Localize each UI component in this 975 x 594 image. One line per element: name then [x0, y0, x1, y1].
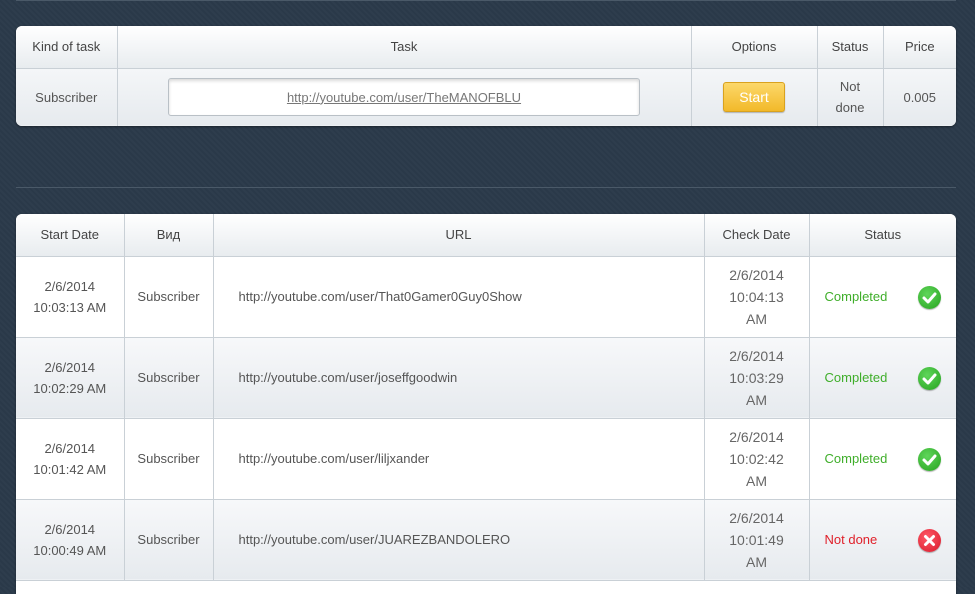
- task-status-line2: done: [835, 100, 865, 115]
- task-row: Subscriber http://youtube.com/user/TheMA…: [16, 68, 956, 126]
- check-date-cell: 2/6/2014 10:03:29 AM: [704, 337, 810, 419]
- header-check-date: Check Date: [704, 214, 810, 257]
- check-time: 10:01:49: [729, 531, 784, 548]
- task-status: Not done: [817, 68, 884, 126]
- header-kind: Вид: [124, 214, 214, 257]
- task-panel: Kind of task Task Options Status Price S…: [16, 26, 956, 126]
- check-date: 2/6/2014: [729, 428, 784, 445]
- task-price: 0.005: [883, 68, 956, 126]
- check-ampm: AM: [746, 391, 767, 408]
- start-button[interactable]: Start: [723, 82, 785, 112]
- start-time: 10:03:13 AM: [33, 299, 107, 315]
- start-time: 10:02:29 AM: [33, 380, 107, 396]
- start-time: 10:00:49 AM: [33, 542, 107, 558]
- task-url-cell: http://youtube.com/user/TheMANOFBLU: [117, 68, 692, 126]
- check-date-cell: 2/6/2014 10:04:13 AM: [704, 256, 810, 338]
- header-options: Options: [691, 26, 818, 69]
- header-url: URL: [213, 214, 705, 257]
- check-date: 2/6/2014: [729, 509, 784, 526]
- table-row: 2/6/2014 10:01:42 AM Subscriber http://y…: [16, 418, 956, 500]
- url-cell: http://youtube.com/user/liljxander: [213, 418, 705, 500]
- kind-cell: Subscriber: [124, 499, 214, 581]
- task-kind: Subscriber: [16, 68, 118, 126]
- table-row: 2/6/2014 10:00:49 AM Subscriber http://y…: [16, 499, 956, 581]
- check-date: 2/6/2014: [729, 347, 784, 364]
- top-divider: [16, 0, 956, 1]
- task-url-box: http://youtube.com/user/TheMANOFBLU: [168, 78, 640, 116]
- start-date: 2/6/2014: [44, 359, 96, 375]
- history-panel: Start Date Вид URL Check Date Status 2/6…: [16, 214, 956, 594]
- status-text: Completed: [824, 451, 888, 466]
- task-url-link[interactable]: http://youtube.com/user/TheMANOFBLU: [287, 87, 521, 108]
- table-row: 2/6/2014 10:02:29 AM Subscriber http://y…: [16, 337, 956, 419]
- start-time: 10:01:42 AM: [33, 461, 107, 477]
- task-options-cell: Start: [691, 68, 818, 126]
- check-date: 2/6/2014: [729, 266, 784, 283]
- url-cell: http://youtube.com/user/JUAREZBANDOLERO: [213, 499, 705, 581]
- start-date-cell: 2/6/2014 10:01:42 AM: [16, 418, 125, 500]
- section-divider: [16, 187, 956, 188]
- check-date-cell: 2/6/2014 10:02:42 AM: [704, 418, 810, 500]
- header-task: Task: [117, 26, 692, 69]
- url-cell: http://youtube.com/user/That0Gamer0Guy0S…: [213, 256, 705, 338]
- kind-cell: Subscriber: [124, 418, 214, 500]
- check-time: 10:03:29: [729, 369, 784, 386]
- start-date: 2/6/2014: [44, 440, 96, 456]
- task-status-line1: Not: [839, 79, 861, 94]
- start-date-cell: 2/6/2014 10:03:13 AM: [16, 256, 125, 338]
- url-cell: http://youtube.com/user/joseffgoodwin: [213, 337, 705, 419]
- header-start-date: Start Date: [16, 214, 125, 257]
- table-row: 2/6/2014 10:03:13 AM Subscriber http://y…: [16, 256, 956, 338]
- header-status: Status: [809, 214, 956, 257]
- kind-cell: Subscriber: [124, 256, 214, 338]
- status-cell: Completed: [809, 418, 956, 500]
- header-kind-of-task: Kind of task: [16, 26, 118, 69]
- task-table: Kind of task Task Options Status Price S…: [16, 26, 956, 126]
- check-ampm: AM: [746, 553, 767, 570]
- check-ampm: AM: [746, 472, 767, 489]
- check-time: 10:04:13: [729, 288, 784, 305]
- x-circle-icon: [918, 528, 941, 552]
- start-date: 2/6/2014: [44, 521, 96, 537]
- history-table-header: Start Date Вид URL Check Date Status: [16, 214, 956, 257]
- status-text: Not done: [824, 532, 878, 547]
- check-circle-icon: [918, 366, 941, 390]
- header-price: Price: [883, 26, 956, 69]
- task-table-header: Kind of task Task Options Status Price: [16, 26, 956, 69]
- status-cell: Not done: [809, 499, 956, 581]
- status-cell: Completed: [809, 256, 956, 338]
- header-status: Status: [817, 26, 884, 69]
- check-circle-icon: [918, 285, 941, 309]
- status-text: Completed: [824, 289, 888, 304]
- start-date-cell: 2/6/2014 10:02:29 AM: [16, 337, 125, 419]
- status-text: Completed: [824, 370, 888, 385]
- start-date: 2/6/2014: [44, 278, 96, 294]
- check-circle-icon: [918, 447, 941, 471]
- check-time: 10:02:42: [729, 450, 784, 467]
- check-date-cell: 2/6/2014 10:01:49 AM: [704, 499, 810, 581]
- check-ampm: AM: [746, 310, 767, 327]
- start-date-cell: 2/6/2014 10:00:49 AM: [16, 499, 125, 581]
- history-table: Start Date Вид URL Check Date Status 2/6…: [16, 214, 956, 581]
- status-cell: Completed: [809, 337, 956, 419]
- kind-cell: Subscriber: [124, 337, 214, 419]
